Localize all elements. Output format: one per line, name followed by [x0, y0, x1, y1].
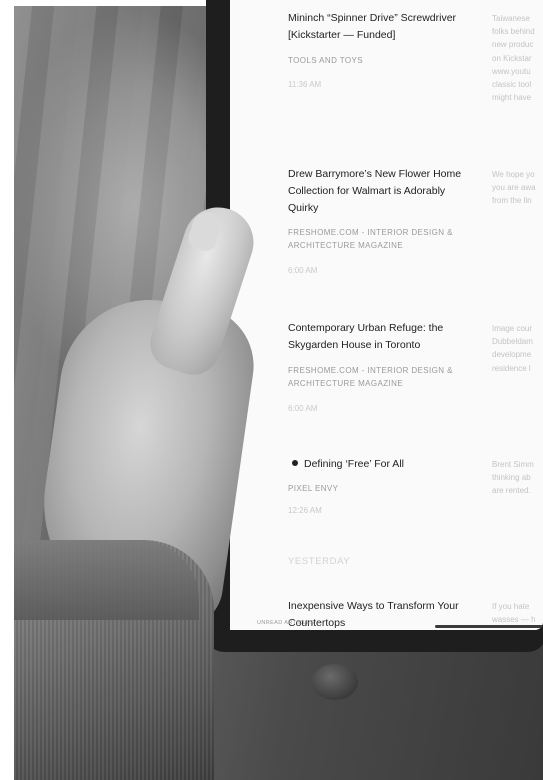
article-title[interactable]: Defining ‘Free’ For All	[304, 456, 494, 473]
article-title[interactable]: Drew Barrymore’s New Flower Home Collect…	[288, 166, 478, 217]
sweater-cuff	[14, 540, 199, 620]
unread-articles-label[interactable]: UNREAD ARTICLES	[257, 620, 314, 626]
excerpt-line: are rented.	[492, 486, 531, 496]
excerpt-line: might have	[492, 93, 532, 103]
article-time: 6:00 AM	[288, 266, 318, 275]
excerpt-line: from the lin	[492, 196, 532, 206]
article-source: FRESHOME.COM - INTERIOR DESIGN & ARCHITE…	[288, 228, 453, 250]
article-excerpt: If you hate wasses — h	[492, 600, 543, 626]
article-excerpt: We hope yo you are awa from the lin	[492, 168, 543, 208]
article-source: TOOLS AND TOYS	[288, 56, 363, 65]
excerpt-line: residence l	[492, 363, 531, 373]
excerpt-line: Dubbeldam	[492, 337, 533, 347]
excerpt-line: If you hate	[492, 602, 530, 611]
section-header-yesterday: YESTERDAY	[288, 556, 351, 567]
excerpt-line: on Kickstar	[492, 53, 532, 63]
excerpt-line: Image cour	[492, 324, 533, 333]
article-source: PIXEL ENVY	[288, 484, 339, 493]
excerpt-line: folks behind	[492, 27, 535, 37]
excerpt-line: www.youtu	[492, 66, 531, 76]
excerpt-line: We hope yo	[492, 170, 535, 179]
article-time: 11:36 AM	[288, 80, 322, 89]
unread-dot-icon	[292, 460, 298, 466]
excerpt-line: you are awa	[492, 183, 536, 193]
sofa-button	[312, 664, 358, 700]
article-excerpt: Image cour Dubbeldam developme residence…	[492, 322, 543, 375]
reader-screen: Mininch “Spinner Drive” Screwdriver [Kic…	[230, 0, 543, 630]
excerpt-line: new produc	[492, 40, 534, 50]
article-title[interactable]: Mininch “Spinner Drive” Screwdriver [Kic…	[288, 10, 478, 44]
article-time: 6:00 AM	[288, 404, 318, 413]
excerpt-line: classic tool	[492, 80, 532, 90]
article-excerpt: Taiwanese folks behind new produc on Kic…	[492, 12, 543, 104]
excerpt-line: developme	[492, 350, 532, 360]
article-excerpt: Brent Simm thinking ab are rented.	[492, 458, 543, 498]
article-time: 12:26 AM	[288, 506, 322, 515]
article-source: FRESHOME.COM - INTERIOR DESIGN & ARCHITE…	[288, 366, 453, 388]
excerpt-line: Taiwanese	[492, 14, 530, 23]
excerpt-line: Brent Simm	[492, 460, 534, 469]
excerpt-line: thinking ab	[492, 473, 531, 483]
article-title[interactable]: Contemporary Urban Refuge: the Skygarden…	[288, 320, 478, 354]
home-indicator	[435, 625, 543, 628]
